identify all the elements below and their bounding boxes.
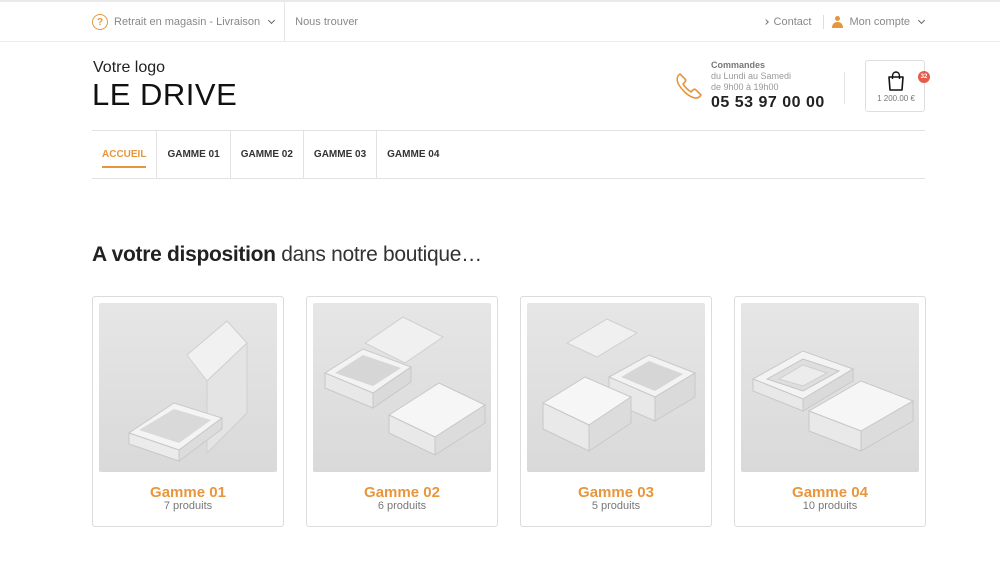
shopping-bag-icon <box>888 71 904 91</box>
product-count: 7 produits <box>163 500 213 512</box>
main-nav: ACCUEIL GAMME 01 GAMME 02 GAMME 03 GAMME… <box>92 130 925 179</box>
nav-item-gamme-01[interactable]: GAMME 01 <box>157 131 231 178</box>
product-card-gamme-03[interactable]: Gamme 03 5 produits <box>520 296 712 527</box>
account-dropdown[interactable]: Mon compte <box>849 16 910 28</box>
divider <box>284 2 286 42</box>
product-count: 5 produits <box>591 500 641 512</box>
product-name[interactable]: Gamme 01 <box>93 484 283 501</box>
nav-item-gamme-02[interactable]: GAMME 02 <box>231 131 304 178</box>
utility-bar: ? Retrait en magasin - Livraison Nous tr… <box>0 2 1000 42</box>
nav-item-gamme-04[interactable]: GAMME 04 <box>377 131 449 178</box>
orders-days: du Lundi au Samedi <box>711 71 792 81</box>
section-title-light: dans notre boutique… <box>275 243 482 266</box>
logo-subtitle[interactable]: Votre logo <box>93 59 165 77</box>
orders-hours: de 9h00 à 19h00 <box>711 82 779 92</box>
find-us-link[interactable]: Nous trouver <box>295 16 358 28</box>
phone-icon <box>676 73 702 99</box>
retrait-dropdown[interactable]: Retrait en magasin - Livraison <box>114 16 260 28</box>
nav-item-accueil[interactable]: ACCUEIL <box>92 131 158 178</box>
utility-left: ? Retrait en magasin - Livraison Nous tr… <box>92 2 358 42</box>
section-title-bold: A votre disposition <box>92 243 276 266</box>
utility-right: Contact Mon compte <box>762 2 926 42</box>
product-image[interactable] <box>313 303 491 472</box>
chevron-down-icon[interactable] <box>917 16 926 25</box>
cart-count-badge: 32 <box>918 71 930 83</box>
logo-title[interactable]: LE DRIVE <box>92 77 237 113</box>
cart-total: 1 200.00 € <box>877 94 915 103</box>
phone-number[interactable]: 05 53 97 00 00 <box>711 94 825 112</box>
contact-link[interactable]: Contact <box>774 16 812 28</box>
product-count: 10 produits <box>802 500 858 512</box>
nav-item-gamme-03[interactable]: GAMME 03 <box>304 131 378 178</box>
help-icon[interactable]: ? <box>92 14 108 30</box>
product-card-gamme-04[interactable]: Gamme 04 10 produits <box>734 296 926 527</box>
product-name[interactable]: Gamme 03 <box>521 484 711 501</box>
product-name[interactable]: Gamme 02 <box>307 484 497 501</box>
orders-title: Commandes <box>711 60 766 70</box>
product-name[interactable]: Gamme 04 <box>735 484 925 501</box>
product-count: 6 produits <box>377 500 427 512</box>
chevron-down-icon[interactable] <box>268 16 276 25</box>
user-icon[interactable] <box>832 16 844 28</box>
product-image[interactable] <box>741 303 919 472</box>
chevron-right-icon <box>762 19 769 25</box>
product-image[interactable] <box>527 303 705 472</box>
divider <box>823 15 825 29</box>
cart-button[interactable]: 32 1 200.00 € <box>865 60 930 112</box>
product-card-gamme-01[interactable]: Gamme 01 7 produits <box>92 296 284 527</box>
product-card-gamme-02[interactable]: Gamme 02 6 produits <box>306 296 498 527</box>
section-title: A votre disposition dans notre boutique… <box>92 243 482 267</box>
product-image[interactable] <box>99 303 277 472</box>
divider <box>844 72 845 104</box>
